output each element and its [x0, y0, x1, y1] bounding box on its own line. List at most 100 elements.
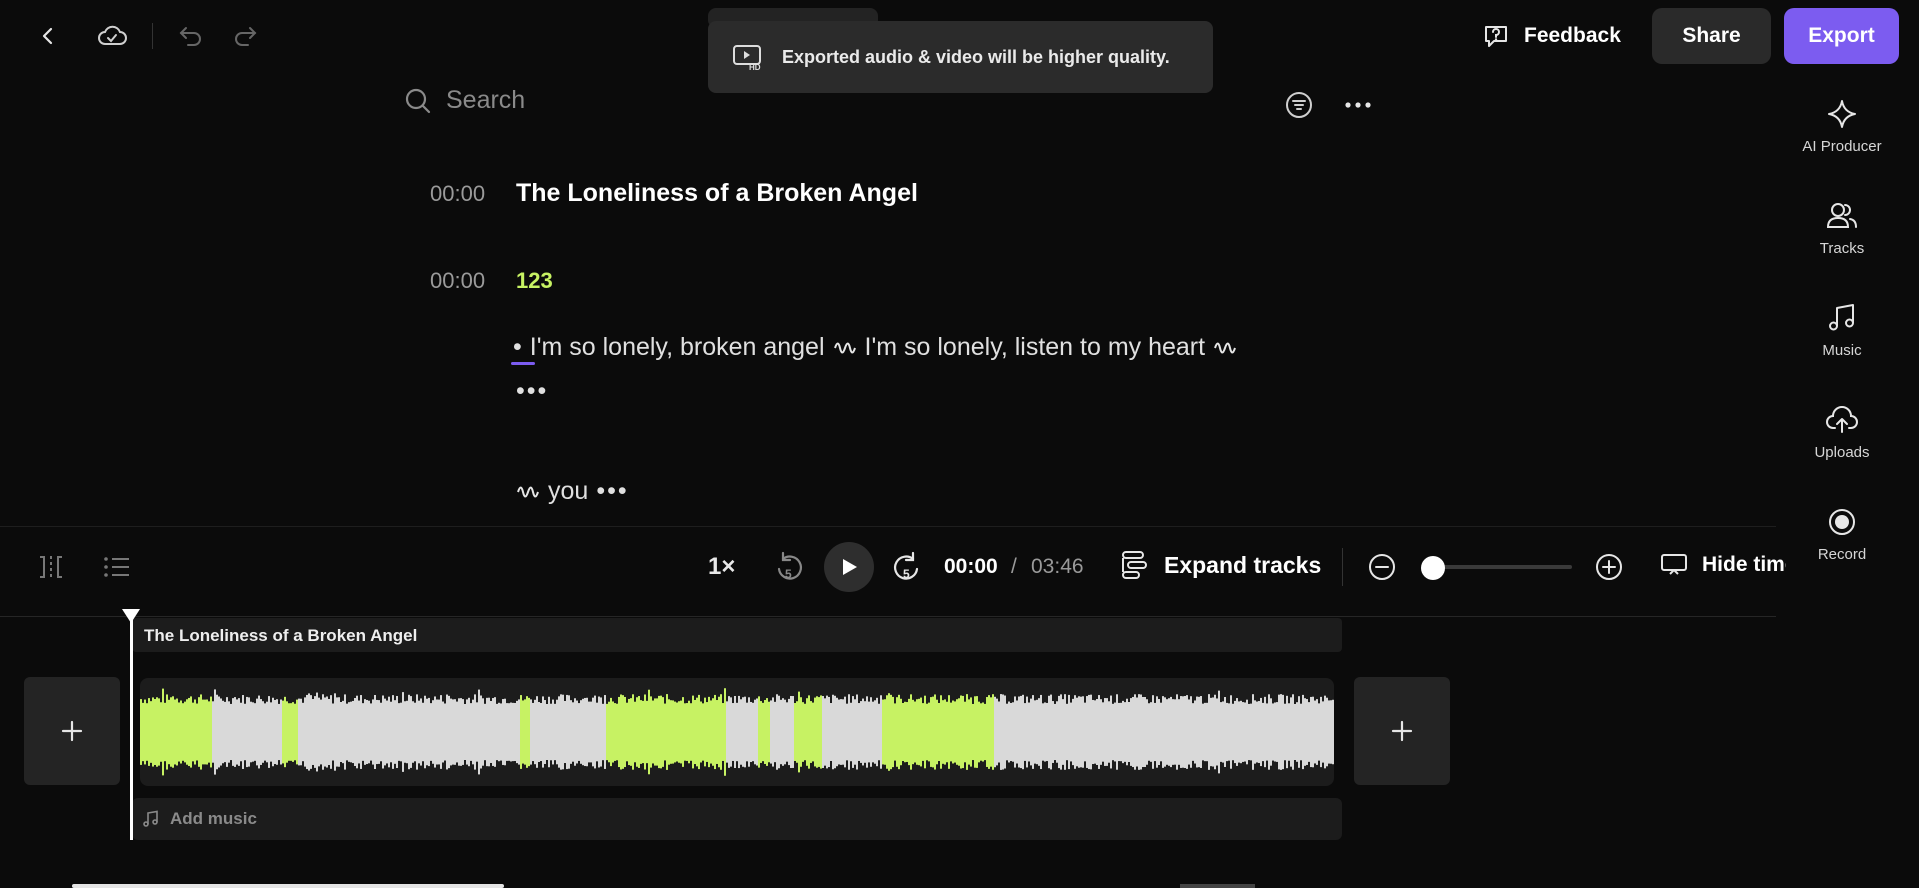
sidebar-label: Uploads	[1814, 444, 1870, 461]
back-button[interactable]	[30, 18, 66, 54]
add-after-button[interactable]	[1354, 677, 1450, 785]
divider	[1342, 548, 1343, 586]
waveform-bar	[468, 697, 470, 767]
waveform-bar	[430, 703, 432, 761]
waveform-bar	[202, 699, 204, 765]
waveform-bar	[806, 698, 808, 766]
sidebar-item-tracks[interactable]: Tracks	[1782, 200, 1902, 257]
waveform-bar	[1238, 701, 1240, 763]
playhead-handle[interactable]	[122, 609, 140, 623]
rewind-5-button[interactable]: 5	[774, 550, 804, 584]
more-options-button[interactable]	[1343, 90, 1373, 120]
waveform-bar	[886, 695, 888, 769]
redo-icon	[235, 27, 257, 46]
feedback-button[interactable]: Feedback	[1482, 18, 1621, 54]
sidebar-item-ai-producer[interactable]: AI Producer	[1782, 98, 1902, 155]
question-bubble-icon	[1485, 26, 1507, 47]
waveform-bar	[686, 703, 688, 761]
ellipsis[interactable]: •••	[516, 377, 548, 406]
waveform-bar	[1110, 695, 1112, 769]
cloud-saved-button[interactable]	[92, 18, 132, 54]
waveform-bar	[1058, 695, 1060, 769]
waveform-bar	[880, 695, 882, 769]
waveform-bar	[444, 703, 446, 761]
waveform-bar	[456, 701, 458, 763]
export-quality-toast: HD Exported audio & video will be higher…	[708, 21, 1213, 93]
split-button[interactable]	[36, 551, 66, 583]
filter-button[interactable]	[1284, 90, 1314, 120]
waveform-bar	[642, 700, 644, 764]
lyric-line[interactable]: • I'm so lonely, broken angel I'm so lon…	[513, 333, 1237, 362]
waveform-bar	[522, 700, 524, 764]
waveform-bar	[1226, 702, 1228, 762]
skip-seconds-label: 5	[785, 567, 792, 581]
waveform-bar	[952, 700, 954, 764]
waveform-bar	[1210, 697, 1212, 767]
zoom-slider[interactable]	[1432, 565, 1572, 569]
timestamp[interactable]: 00:00	[430, 181, 485, 207]
share-button[interactable]: Share	[1652, 8, 1771, 64]
lyric-line[interactable]: you •••	[516, 477, 629, 506]
sidebar-item-record[interactable]: Record	[1782, 506, 1902, 563]
sidebar-item-music[interactable]: Music	[1782, 302, 1902, 359]
waveform-bar	[712, 698, 714, 766]
sidebar-item-uploads[interactable]: Uploads	[1782, 404, 1902, 461]
search-bar[interactable]: Search	[404, 86, 525, 115]
waveform-bar	[214, 689, 216, 775]
waveform-bar	[618, 696, 620, 768]
waveform-bar	[464, 703, 466, 761]
waveform-bar	[974, 696, 976, 768]
playback-speed-button[interactable]: 1×	[708, 553, 735, 581]
waveform-bar	[224, 701, 226, 763]
waveform-bar	[866, 696, 868, 768]
waveform-bar	[854, 699, 856, 765]
zoom-out-button[interactable]	[1367, 552, 1397, 582]
waveform-bar	[958, 698, 960, 766]
waveform-bar	[1010, 702, 1012, 762]
waveform-bar	[318, 697, 320, 767]
waveform-bar	[1134, 694, 1136, 770]
expand-tracks-button[interactable]: Expand tracks	[1120, 549, 1321, 581]
waveform-bar	[1296, 702, 1298, 762]
transcript-title[interactable]: The Loneliness of a Broken Angel	[516, 179, 918, 208]
waveform-bar	[1140, 694, 1142, 770]
waveform-bar	[624, 696, 626, 768]
waveform-bar	[196, 703, 198, 761]
undo-button[interactable]	[173, 18, 209, 54]
redo-button[interactable]	[227, 18, 263, 54]
waveform-bar	[630, 698, 632, 766]
waveform-bar	[622, 695, 624, 769]
waveform-bar	[1148, 703, 1150, 761]
waveform-bar	[948, 695, 950, 769]
list-view-button[interactable]	[102, 551, 132, 583]
zoom-in-button[interactable]	[1594, 552, 1624, 582]
add-music-row[interactable]: Add music	[132, 798, 1342, 840]
waveform-bar	[1214, 694, 1216, 770]
waveform-bar	[964, 701, 966, 763]
waveform-bar	[666, 694, 668, 770]
track-title-bar[interactable]: The Loneliness of a Broken Angel	[132, 618, 1342, 652]
waveform-bar	[820, 695, 822, 769]
waveform-bar	[322, 694, 324, 770]
divider	[152, 23, 153, 49]
waveform-bar	[290, 703, 292, 761]
export-button[interactable]: Export	[1784, 8, 1899, 64]
horizontal-scrollbar[interactable]	[72, 884, 504, 888]
speaker-label[interactable]: 123	[516, 268, 553, 294]
hide-timeline-button[interactable]: Hide timeline	[1660, 551, 1786, 579]
waveform-bar	[1016, 700, 1018, 764]
timestamp[interactable]: 00:00	[430, 268, 485, 294]
audio-waveform[interactable]	[140, 678, 1334, 786]
waveform-bar	[892, 696, 894, 768]
playhead[interactable]	[130, 610, 133, 840]
add-before-button[interactable]	[24, 677, 120, 785]
waveform-bar	[1168, 698, 1170, 766]
play-button[interactable]	[824, 542, 874, 592]
waveform-bar	[252, 702, 254, 762]
forward-5-button[interactable]: 5	[892, 550, 922, 584]
waveform-bar	[898, 694, 900, 770]
zoom-slider-handle[interactable]	[1421, 556, 1445, 580]
waveform-bar	[1154, 702, 1156, 762]
waveform-bar	[1312, 696, 1314, 768]
waveform-bar	[336, 697, 338, 767]
